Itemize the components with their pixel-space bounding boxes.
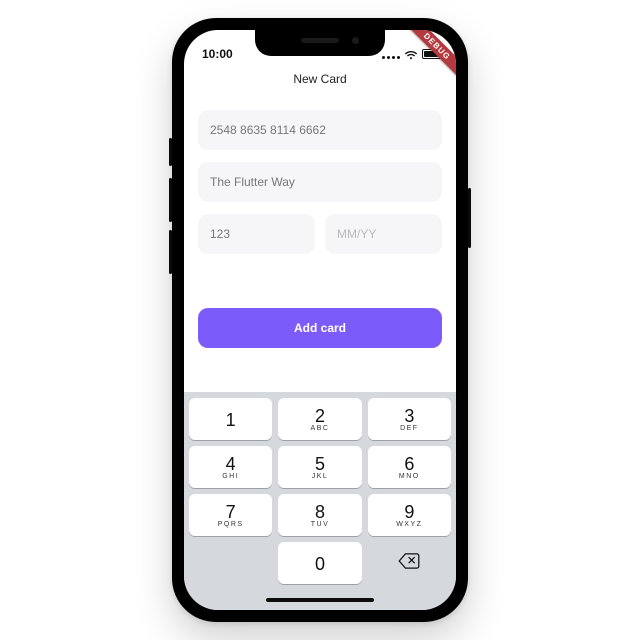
add-card-button[interactable]: Add card <box>198 308 442 348</box>
card-holder-input[interactable]: The Flutter Way <box>198 162 442 202</box>
key-5[interactable]: 5JKL <box>278 446 361 488</box>
key-9[interactable]: 9WXYZ <box>368 494 451 536</box>
numeric-keyboard: 1 2ABC 3DEF 4GHI 5JKL 6MNO 7PQRS 8TUV 9W… <box>184 392 456 610</box>
notch <box>255 30 385 56</box>
side-button <box>468 188 471 248</box>
cvv-value: 123 <box>210 227 230 241</box>
side-button <box>169 138 172 166</box>
expiry-placeholder: MM/YY <box>337 227 376 241</box>
side-button <box>169 178 172 222</box>
key-backspace[interactable] <box>368 542 451 584</box>
page-title: New Card <box>184 66 456 100</box>
backspace-icon <box>398 553 420 574</box>
key-0[interactable]: 0 <box>278 542 361 584</box>
expiry-input[interactable]: MM/YY <box>325 214 442 254</box>
home-indicator[interactable] <box>189 590 451 610</box>
key-7[interactable]: 7PQRS <box>189 494 272 536</box>
phone-frame: DEBUG 10:00 New Card 2548 8635 8114 6662 <box>172 18 468 622</box>
card-number-input[interactable]: 2548 8635 8114 6662 <box>198 110 442 150</box>
card-number-value: 2548 8635 8114 6662 <box>210 123 326 137</box>
side-button <box>169 230 172 274</box>
key-6[interactable]: 6MNO <box>368 446 451 488</box>
key-3[interactable]: 3DEF <box>368 398 451 440</box>
status-time: 10:00 <box>202 47 233 61</box>
key-4[interactable]: 4GHI <box>189 446 272 488</box>
key-blank <box>189 542 272 584</box>
key-1[interactable]: 1 <box>189 398 272 440</box>
key-8[interactable]: 8TUV <box>278 494 361 536</box>
card-holder-value: The Flutter Way <box>210 175 295 189</box>
screen: DEBUG 10:00 New Card 2548 8635 8114 6662 <box>184 30 456 610</box>
card-form: 2548 8635 8114 6662 The Flutter Way 123 … <box>184 100 456 254</box>
key-2[interactable]: 2ABC <box>278 398 361 440</box>
wifi-icon <box>404 49 418 59</box>
cvv-input[interactable]: 123 <box>198 214 315 254</box>
cellular-icon <box>382 50 400 59</box>
add-card-label: Add card <box>294 321 346 335</box>
